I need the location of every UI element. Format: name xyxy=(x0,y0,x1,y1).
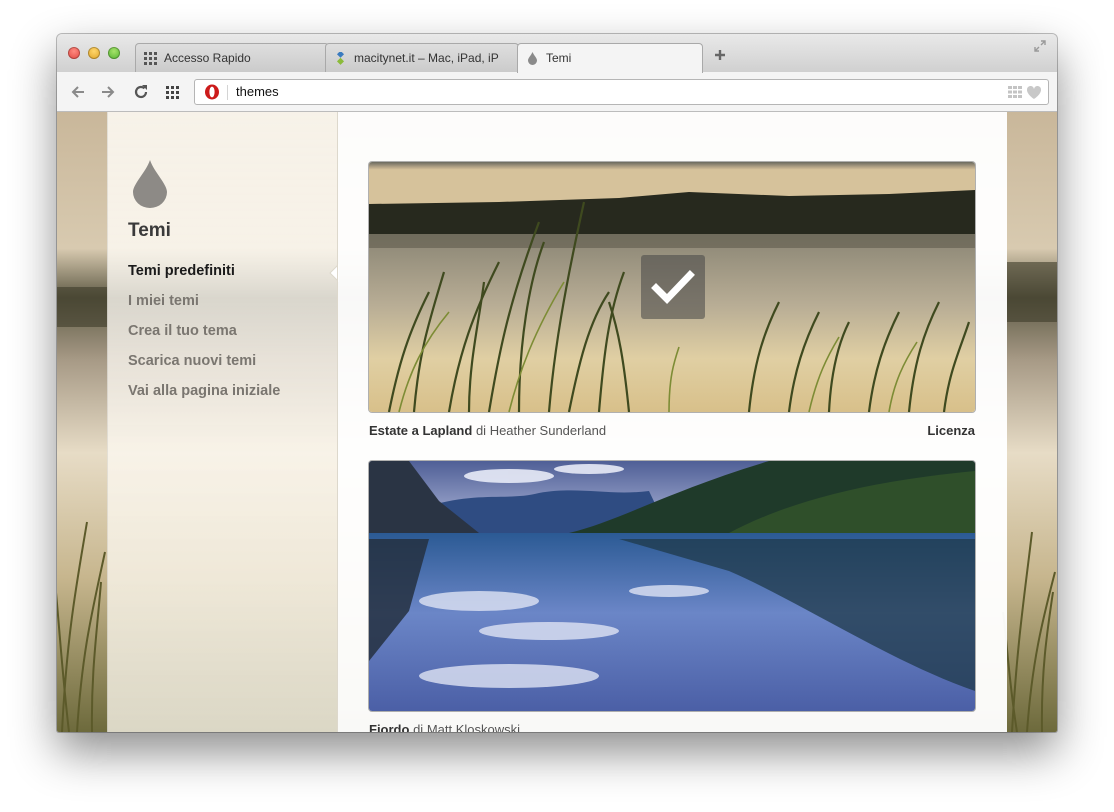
minimize-window-button[interactable] xyxy=(88,47,100,59)
close-window-button[interactable] xyxy=(68,47,80,59)
theme-by: di xyxy=(475,423,487,438)
address-separator xyxy=(227,85,228,100)
heart-icon[interactable] xyxy=(1026,85,1042,100)
theme-name: Fiordo xyxy=(369,722,410,732)
sidebar: Temi Temi predefiniti I miei temi Crea i… xyxy=(107,112,338,732)
nav-scarica-nuovi-temi[interactable]: Scarica nuovi temi xyxy=(128,353,256,369)
theme-card-fiordo[interactable] xyxy=(369,461,975,711)
nav-crea-il-tuo-tema[interactable]: Crea il tuo tema xyxy=(128,323,237,339)
theme-author: Matt Kloskowski xyxy=(426,722,521,732)
zoom-window-button[interactable] xyxy=(108,47,120,59)
tab-label: macitynet.it – Mac, iPad, iP xyxy=(354,51,499,65)
theme-caption-fiordo: Fiordo di Matt Kloskowski xyxy=(369,722,975,732)
page-content: Temi Temi predefiniti I miei temi Crea i… xyxy=(57,112,1057,732)
theme-author: Heather Sunderland xyxy=(489,423,607,438)
address-input[interactable]: themes xyxy=(236,80,279,104)
new-tab-button[interactable] xyxy=(712,48,728,64)
tab-strip: Accesso Rapido macitynet.it – Mac, iPad,… xyxy=(57,34,1057,73)
theme-name: Estate a Lapland xyxy=(369,423,473,438)
selected-indicator xyxy=(641,255,705,319)
tab-macitynet[interactable]: macitynet.it – Mac, iPad, iP xyxy=(325,43,519,72)
browser-window: Accesso Rapido macitynet.it – Mac, iPad,… xyxy=(57,34,1057,732)
reload-icon[interactable] xyxy=(132,83,150,101)
theme-by: di xyxy=(413,722,424,732)
toolbar: themes xyxy=(57,72,1057,112)
plus-icon xyxy=(715,50,725,60)
fullscreen-icon[interactable] xyxy=(1033,39,1047,53)
sidebar-title: Temi xyxy=(128,220,171,241)
tab-accesso-rapido[interactable]: Accesso Rapido xyxy=(135,43,329,72)
license-link[interactable]: Licenza xyxy=(927,423,975,438)
back-arrow-icon[interactable] xyxy=(69,83,87,101)
nav-i-miei-temi[interactable]: I miei temi xyxy=(128,293,199,309)
theme-caption-estate-a-lapland: Estate a Lapland di Heather Sunderland L… xyxy=(369,423,975,438)
tab-temi[interactable]: Temi xyxy=(517,43,703,73)
theme-preview-fiordo xyxy=(369,461,975,711)
opera-logo-icon xyxy=(205,84,219,100)
address-bar[interactable]: themes xyxy=(194,79,1049,105)
tab-label: Temi xyxy=(546,51,572,65)
themes-drop-icon xyxy=(133,160,167,208)
speed-dial-icon[interactable] xyxy=(164,83,182,101)
nav-vai-alla-pagina-iniziale[interactable]: Vai alla pagina iniziale xyxy=(128,383,280,399)
theme-card-estate-a-lapland[interactable] xyxy=(369,162,975,412)
water-drop-icon xyxy=(528,52,537,65)
speed-dial-grid-icon xyxy=(144,52,157,65)
macitynet-favicon-icon xyxy=(336,52,345,65)
nav-temi-predefiniti[interactable]: Temi predefiniti xyxy=(128,263,235,279)
themes-list: Estate a Lapland di Heather Sunderland L… xyxy=(337,112,1007,732)
speed-dial-add-icon[interactable] xyxy=(1008,86,1022,98)
tab-label: Accesso Rapido xyxy=(164,51,251,65)
checkmark-icon xyxy=(651,270,695,305)
forward-arrow-icon[interactable] xyxy=(99,83,117,101)
